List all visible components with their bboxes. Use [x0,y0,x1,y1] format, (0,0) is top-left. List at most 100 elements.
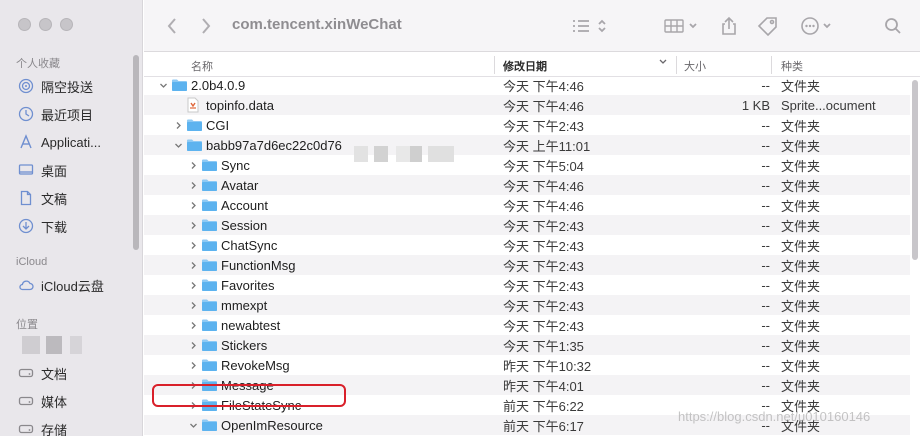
zoom-window-button[interactable] [60,18,73,31]
folder-row[interactable]: RevokeMsg 昨天 下午10:32 -- 文件夹 [144,355,910,375]
share-icon [722,16,736,35]
folder-icon [201,278,218,292]
row-date: 今天 下午4:46 [503,98,584,114]
sidebar-favorite-item[interactable]: 最近项目 [18,103,93,125]
sidebar-location-item[interactable]: 文档 [18,362,67,384]
folder-row[interactable]: Avatar 今天 下午4:46 -- 文件夹 [144,175,910,195]
disk-icon [18,365,34,381]
folder-row[interactable]: Account 今天 下午4:46 -- 文件夹 [144,195,910,215]
folder-row[interactable]: CGI 今天 下午2:43 -- 文件夹 [144,115,910,135]
clock-icon [18,106,34,122]
disclosure-collapsed-icon[interactable] [173,115,183,135]
row-name: OpenImResource [221,417,323,433]
folder-row[interactable]: newabtest 今天 下午2:43 -- 文件夹 [144,315,910,335]
sidebar-favorite-item[interactable]: Applicati... [18,131,101,153]
folder-row[interactable]: mmexpt 今天 下午2:43 -- 文件夹 [144,295,910,315]
sidebar-favorite-item-label: 最近项目 [41,107,94,123]
column-kind[interactable]: 种类 [781,58,803,74]
folder-row[interactable]: Session 今天 下午2:43 -- 文件夹 [144,215,910,235]
disclosure-collapsed-icon[interactable] [188,335,198,355]
row-date: 昨天 下午4:01 [503,378,584,394]
sidebar-location-item[interactable]: 存储 [18,418,67,436]
disclosure-collapsed-icon[interactable] [188,355,198,375]
column-name[interactable]: 名称 [191,58,213,74]
back-button[interactable] [166,14,178,38]
folder-row[interactable]: ChatSync 今天 下午2:43 -- 文件夹 [144,235,910,255]
share-button[interactable] [720,14,738,38]
redacted-id [354,146,454,162]
sidebar-location-item-label: 媒体 [41,394,68,410]
chevron-right-icon [202,18,211,34]
locations-section-title: 位置 [16,319,38,331]
disclosure-expanded-icon[interactable] [173,135,183,155]
disclosure-expanded-icon[interactable] [158,75,168,95]
column-header: 名称 修改日期 大小 种类 [144,53,920,77]
file-row[interactable]: topinfo.data 今天 下午4:46 1 KB Sprite...ocumen… [144,95,910,115]
more-actions-button[interactable] [800,14,836,38]
row-kind: 文件夹 [781,158,821,174]
row-kind: 文件夹 [781,338,821,354]
folder-row[interactable]: FunctionMsg 今天 下午2:43 -- 文件夹 [144,255,910,275]
row-name: Sync [221,157,250,173]
row-kind: 文件夹 [781,198,821,214]
file-list-scrollbar[interactable] [912,80,918,260]
folder-row[interactable]: 2.0b4.0.9 今天 下午4:46 -- 文件夹 [144,75,910,95]
column-date[interactable]: 修改日期 [503,58,547,74]
row-name: babb97a7d6ec22c0d76 [206,137,342,153]
folder-icon [186,118,203,132]
row-size: -- [761,217,770,233]
row-kind: 文件夹 [781,178,821,194]
forward-button[interactable] [200,14,212,38]
sidebar-favorite-item[interactable]: 桌面 [18,159,67,181]
row-date: 今天 上午11:01 [503,138,591,154]
folder-row[interactable]: Stickers 今天 下午1:35 -- 文件夹 [144,335,910,355]
close-window-button[interactable] [18,18,31,31]
folder-icon [201,318,218,332]
sidebar-favorite-item-label: 下载 [41,219,68,235]
applications-icon [18,134,34,150]
folder-icon [201,218,218,232]
folder-icon [201,178,218,192]
sidebar-favorite-item[interactable]: 文稿 [18,187,67,209]
folder-icon [171,78,188,92]
row-size: -- [761,277,770,293]
row-size: -- [761,117,770,133]
disclosure-collapsed-icon[interactable] [188,175,198,195]
sidebar-location-item-label: 文档 [41,366,68,382]
tags-button[interactable] [757,14,779,38]
row-size: -- [761,237,770,253]
folder-row[interactable]: Sync 今天 下午5:04 -- 文件夹 [144,155,910,175]
view-options-button[interactable] [572,14,608,38]
folder-row[interactable]: babb97a7d6ec22c0d76 今天 上午11:01 -- 文件夹 [144,135,910,155]
disclosure-collapsed-icon[interactable] [188,275,198,295]
toolbar: com.tencent.xinWeChat [144,0,920,52]
disclosure-collapsed-icon[interactable] [188,295,198,315]
row-name: 2.0b4.0.9 [191,77,246,93]
disclosure-collapsed-icon[interactable] [188,155,198,175]
row-date: 今天 下午2:43 [503,258,584,274]
disclosure-collapsed-icon[interactable] [188,215,198,235]
sidebar-favorite-item[interactable]: 下载 [18,215,67,237]
disclosure-collapsed-icon[interactable] [188,235,198,255]
cloud-icon [18,277,34,293]
minimize-window-button[interactable] [39,18,52,31]
disclosure-collapsed-icon[interactable] [188,195,198,215]
column-size[interactable]: 大小 [684,58,706,74]
disclosure-collapsed-icon[interactable] [188,255,198,275]
document-icon [186,97,203,113]
sidebar-location-item-label: 存储 [41,422,68,436]
row-kind: 文件夹 [781,218,821,234]
group-button[interactable] [664,14,700,38]
sidebar-location-item[interactable]: 媒体 [18,390,67,412]
row-date: 今天 下午5:04 [503,158,584,174]
disclosure-expanded-icon[interactable] [188,415,198,435]
row-name: Session [221,217,268,233]
sidebar-scrollbar[interactable] [133,55,139,250]
sidebar-icloud-item[interactable]: iCloud云盘 [18,274,104,296]
search-button[interactable] [884,14,902,38]
folder-row[interactable]: Favorites 今天 下午2:43 -- 文件夹 [144,275,910,295]
disclosure-collapsed-icon[interactable] [188,315,198,335]
window-controls [18,18,73,31]
row-kind: 文件夹 [781,358,821,374]
sidebar-favorite-item[interactable]: 隔空投送 [18,75,93,97]
